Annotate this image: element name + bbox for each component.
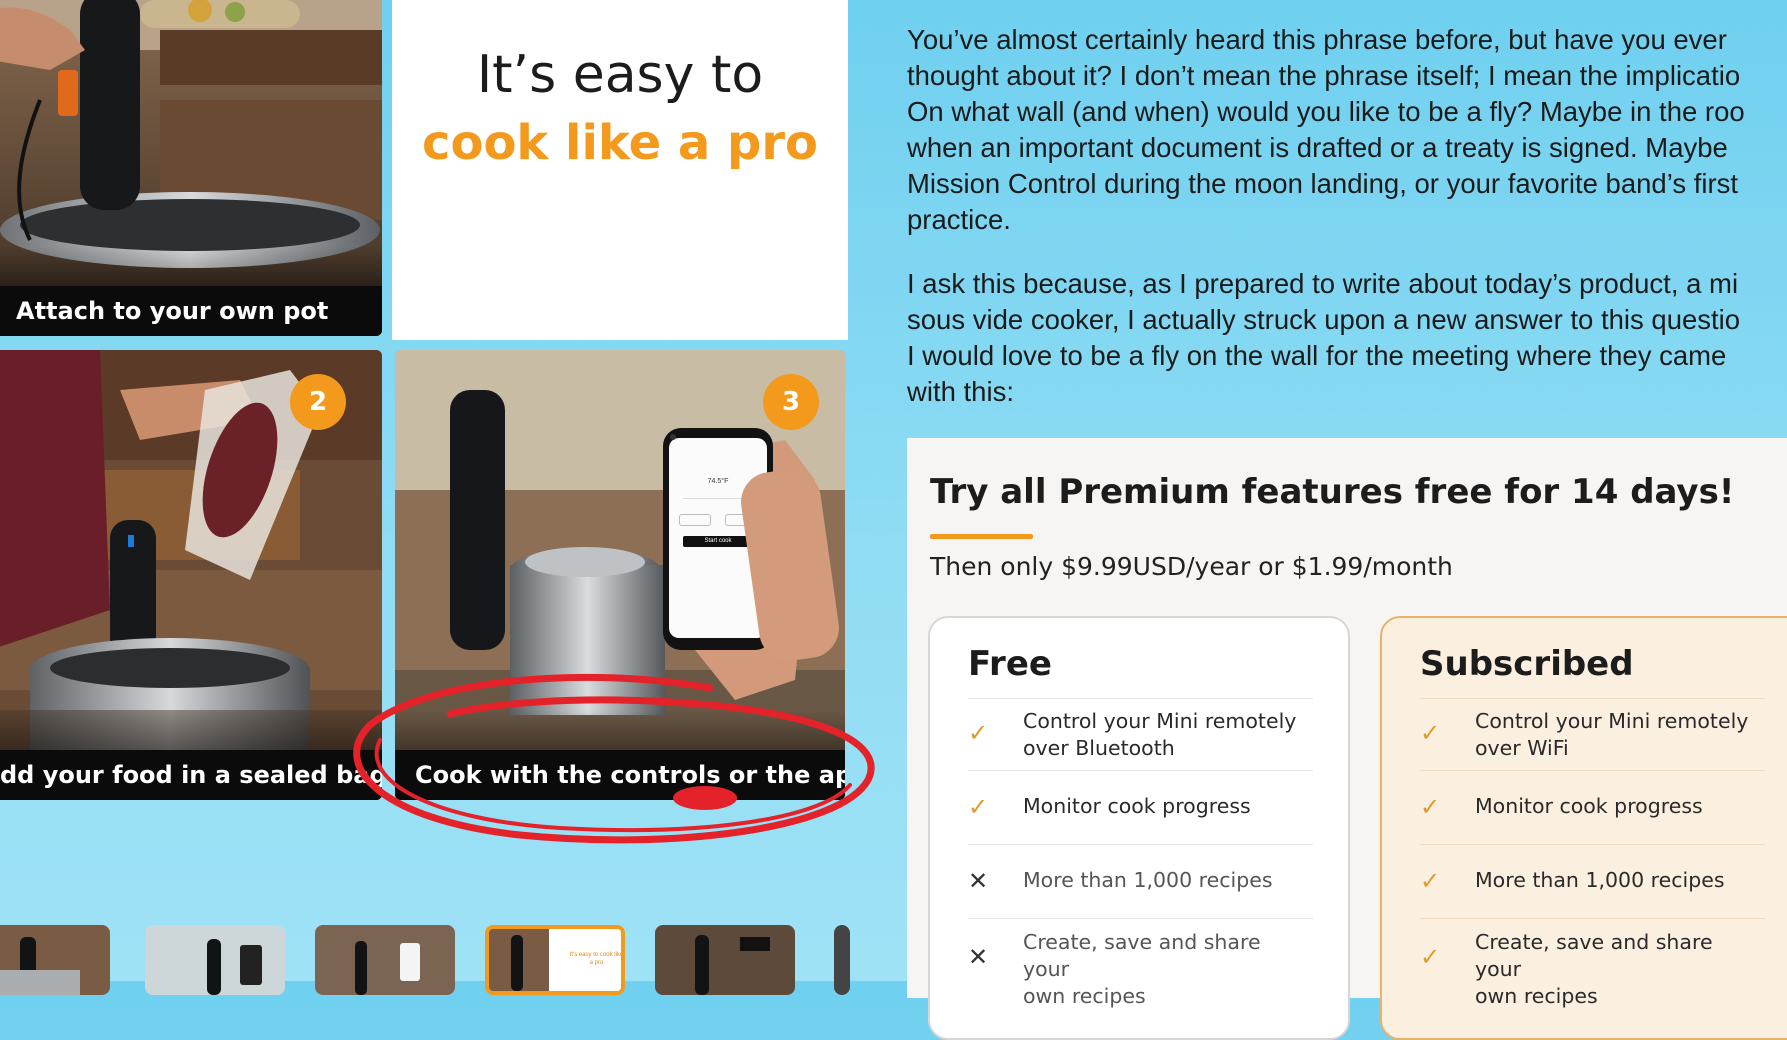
article-paragraph-1: You’ve almost certainly heard this phras… [907, 22, 1787, 238]
phone-start-button: Start cook [683, 536, 753, 547]
plan-free-title: Free [968, 644, 1052, 684]
thumbnail-5[interactable] [655, 925, 795, 995]
check-icon: ✓ [1420, 868, 1441, 895]
plan-subscribed-title: Subscribed [1420, 644, 1634, 684]
plan-subscribed-feature-1: ✓ Control your Mini remotely over WiFi [1420, 698, 1765, 771]
gallery: Attach to your own pot It’s easy to cook… [0, 0, 875, 995]
article-line: I ask this because, as I prepared to wri… [907, 268, 1739, 299]
feature-text: More than 1,000 recipes [1475, 868, 1725, 892]
step-2-badge: 2 [290, 374, 346, 430]
article-line: thought about it? I don’t mean the phras… [907, 60, 1741, 91]
plan-free[interactable]: Free ✓ Control your Mini remotely over B… [928, 616, 1350, 1040]
thumbnail-2[interactable] [145, 925, 285, 995]
article: You’ve almost certainly heard this phras… [907, 22, 1787, 410]
feature-text: Create, save and share your own recipes [1023, 930, 1261, 1008]
plan-free-feature-3: ✕ More than 1,000 recipes [968, 844, 1313, 919]
article-line: On what wall (and when) would you like t… [907, 96, 1745, 127]
plan-subscribed-feature-2: ✓ Monitor cook progress [1420, 770, 1765, 845]
feature-text: Monitor cook progress [1475, 794, 1703, 818]
step-3-badge: 3 [763, 374, 819, 430]
cross-icon: ✕ [968, 868, 989, 895]
thumbnail-1[interactable] [0, 925, 110, 995]
check-icon: ✓ [1420, 794, 1441, 821]
feature-text: Monitor cook progress [1023, 794, 1251, 818]
article-paragraph-2: I ask this because, as I prepared to wri… [907, 266, 1787, 410]
article-line: sous vide cooker, I actually struck upon… [907, 304, 1741, 335]
plan-free-feature-4: ✕ Create, save and share your own recipe… [968, 918, 1313, 1008]
premium-card: Try all Premium features free for 14 day… [907, 438, 1787, 1040]
check-icon: ✓ [1420, 720, 1441, 747]
cross-icon: ✕ [968, 944, 989, 971]
step-2-tile[interactable]: 2 dd your food in a sealed bag [0, 350, 382, 800]
plan-free-feature-1: ✓ Control your Mini remotely over Blueto… [968, 698, 1313, 771]
feature-text: Control your Mini remotely over Bluetoot… [1023, 709, 1297, 760]
feature-text: More than 1,000 recipes [1023, 868, 1273, 892]
article-line: Mission Control during the moon landing,… [907, 168, 1739, 199]
premium-title: Try all Premium features free for 14 day… [930, 472, 1735, 512]
check-icon: ✓ [968, 720, 989, 747]
plan-subscribed[interactable]: Subscribed ✓ Control your Mini remotely … [1380, 616, 1787, 1040]
step-1-tile[interactable]: Attach to your own pot [0, 0, 382, 336]
thumbnail-4-selected[interactable]: It's easy to cook like a pro [485, 925, 625, 995]
red-circle-annotation [353, 673, 875, 844]
check-icon: ✓ [1420, 944, 1441, 971]
thumbnail-4-text: It's easy to cook like a pro [569, 952, 624, 966]
premium-accent-underline [930, 534, 1033, 539]
feature-text: Control your Mini remotely over WiFi [1475, 709, 1749, 760]
article-line: practice. [907, 204, 1011, 235]
check-icon: ✓ [968, 794, 989, 821]
feature-text: Create, save and share your own recipes [1475, 930, 1713, 1008]
headline-line1: It’s easy to [476, 45, 764, 105]
thumbnail-6[interactable] [834, 925, 850, 995]
plan-subscribed-feature-3: ✓ More than 1,000 recipes [1420, 844, 1765, 919]
step-1-caption: Attach to your own pot [0, 286, 382, 336]
article-line: with this: [907, 376, 1014, 407]
article-line: I would love to be a fly on the wall for… [907, 340, 1727, 371]
article-line: You’ve almost certainly heard this phras… [907, 24, 1727, 55]
plan-free-feature-2: ✓ Monitor cook progress [968, 770, 1313, 845]
headline-line2: cook like a pro [422, 115, 818, 171]
plan-subscribed-feature-4: ✓ Create, save and share your own recipe… [1420, 918, 1765, 1008]
article-line: when an important document is drafted or… [907, 132, 1728, 163]
thumbnail-3[interactable] [315, 925, 455, 995]
premium-subtitle: Then only $9.99USD/year or $1.99/month [930, 552, 1453, 581]
step-2-caption: dd your food in a sealed bag [0, 750, 382, 800]
